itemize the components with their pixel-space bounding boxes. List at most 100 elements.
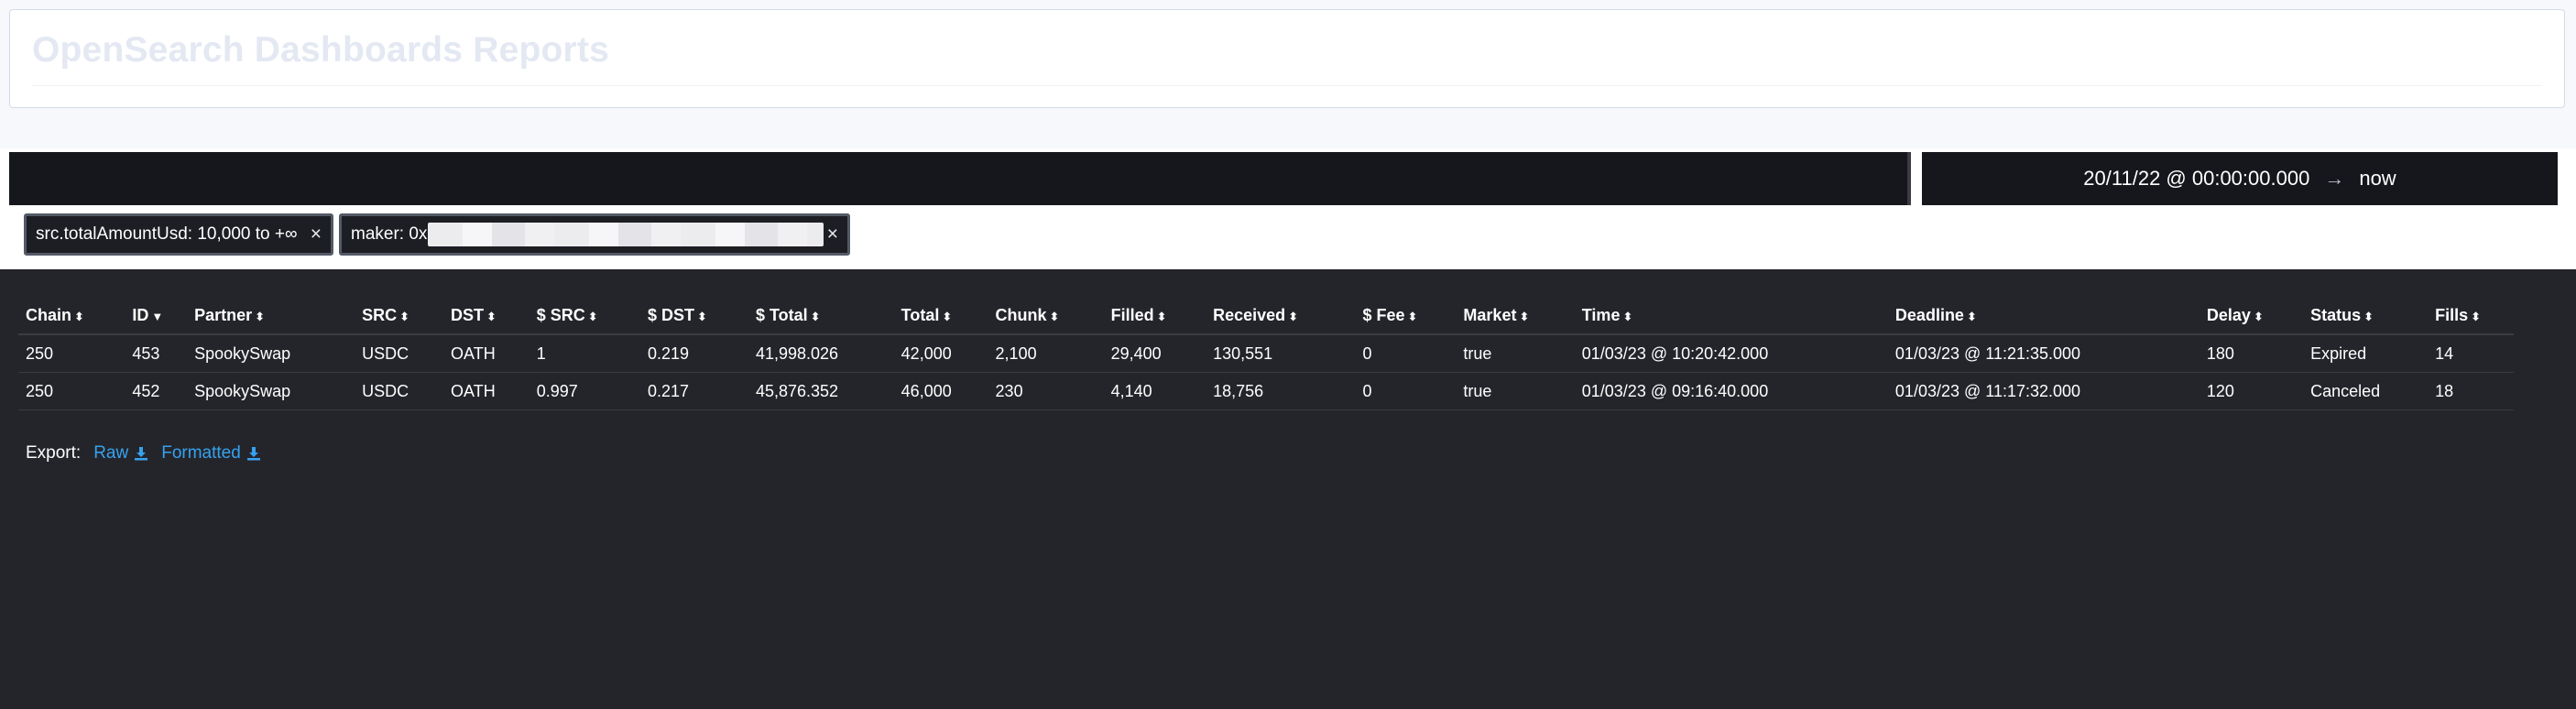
column-header-usd-total[interactable]: $ Total ⬍	[748, 297, 894, 335]
column-header-id[interactable]: ID ▼	[125, 297, 188, 335]
column-header-src[interactable]: SRC ⬍	[355, 297, 444, 335]
column-header-deadline[interactable]: Deadline ⬍	[1887, 297, 2199, 335]
arrow-right-icon: →	[2324, 167, 2345, 190]
sort-both-icon: ⬍	[1049, 309, 1060, 323]
export-label: Export:	[26, 443, 82, 463]
sort-both-icon: ⬍	[810, 309, 821, 323]
download-icon	[135, 447, 148, 461]
export-raw-label: Raw	[93, 443, 129, 463]
filter-pill-total-amount[interactable]: src.totalAmountUsd: 10,000 to +∞ ×	[24, 213, 333, 256]
cell-chunk: 2,100	[988, 334, 1104, 373]
cell-chain: 250	[18, 372, 126, 410]
sort-both-icon: ⬍	[1966, 309, 1977, 323]
cell-total: 46,000	[893, 372, 988, 410]
cell-partner: SpookySwap	[187, 372, 355, 410]
query-bar[interactable]	[9, 152, 1911, 205]
cell-chunk: 230	[988, 372, 1104, 410]
redacted-address	[428, 223, 824, 246]
column-header-delay[interactable]: Delay ⬍	[2199, 297, 2304, 335]
sort-both-icon: ⬍	[587, 309, 598, 323]
cell-status: Expired	[2303, 334, 2429, 373]
table-row: 250 453 SpookySwap USDC OATH 1 0.219 41,…	[18, 334, 2514, 373]
cell-received: 130,551	[1206, 334, 1356, 373]
sort-both-icon: ⬍	[486, 309, 497, 323]
cell-id: 452	[125, 372, 188, 410]
filter-label: src.totalAmountUsd: 10,000 to +∞	[36, 224, 298, 244]
cell-deadline: 01/03/23 @ 11:17:32.000	[1887, 372, 2199, 410]
sort-both-icon: ⬍	[1407, 309, 1418, 323]
date-end[interactable]: now	[2359, 167, 2396, 191]
close-icon[interactable]: ×	[311, 224, 322, 245]
column-header-total[interactable]: Total ⬍	[893, 297, 988, 335]
export-raw-link[interactable]: Raw	[93, 443, 148, 464]
cell-fills: 14	[2428, 334, 2514, 373]
cell-market: true	[1456, 372, 1575, 410]
export-row: Export: Raw Formatted	[26, 443, 261, 464]
cell-usd-fee: 0	[1355, 334, 1457, 373]
download-icon	[246, 447, 260, 461]
date-start[interactable]: 20/11/22 @ 00:00:00.000	[2083, 167, 2309, 191]
cell-time: 01/03/23 @ 09:16:40.000	[1574, 372, 1888, 410]
column-header-time[interactable]: Time ⬍	[1574, 297, 1888, 335]
column-header-usd-dst[interactable]: $ DST ⬍	[639, 297, 748, 335]
sort-both-icon: ⬍	[1519, 309, 1530, 323]
export-formatted-label: Formatted	[161, 443, 241, 463]
column-header-usd-fee[interactable]: $ Fee ⬍	[1355, 297, 1457, 335]
sort-both-icon: ⬍	[1156, 309, 1167, 323]
column-header-status[interactable]: Status ⬍	[2303, 297, 2429, 335]
filter-label: maker: 0x	[351, 224, 428, 244]
column-header-dst[interactable]: DST ⬍	[443, 297, 529, 335]
cell-filled: 29,400	[1103, 334, 1206, 373]
sort-both-icon: ⬍	[2471, 309, 2482, 323]
cell-time: 01/03/23 @ 10:20:42.000	[1574, 334, 1888, 373]
cell-usd-dst: 0.217	[639, 372, 748, 410]
cell-usd-src: 1	[529, 334, 640, 373]
filter-pill-maker[interactable]: maker: 0x ×	[339, 213, 850, 256]
sort-both-icon: ⬍	[696, 309, 707, 323]
column-header-received[interactable]: Received ⬍	[1206, 297, 1356, 335]
export-formatted-link[interactable]: Formatted	[161, 443, 261, 464]
table-row: 250 452 SpookySwap USDC OATH 0.997 0.217…	[18, 372, 2514, 410]
sort-both-icon: ⬍	[399, 309, 410, 323]
cell-usd-fee: 0	[1355, 372, 1457, 410]
cell-market: true	[1456, 334, 1575, 373]
sort-both-icon: ⬍	[1288, 309, 1299, 323]
column-header-filled[interactable]: Filled ⬍	[1103, 297, 1206, 335]
column-header-fills[interactable]: Fills ⬍	[2428, 297, 2514, 335]
cell-dst: OATH	[443, 334, 529, 373]
cell-delay: 120	[2199, 372, 2304, 410]
cell-filled: 4,140	[1103, 372, 1206, 410]
header-divider	[32, 85, 2542, 86]
sort-both-icon: ⬍	[942, 309, 953, 323]
cell-delay: 180	[2199, 334, 2304, 373]
column-header-partner[interactable]: Partner ⬍	[187, 297, 355, 335]
close-icon[interactable]: ×	[827, 224, 838, 245]
cell-status: Canceled	[2303, 372, 2429, 410]
column-header-market[interactable]: Market ⬍	[1456, 297, 1575, 335]
reports-table: Chain ⬍ ID ▼ Partner ⬍ SRC ⬍ DST ⬍ $ SRC ⬍ $ D…	[18, 297, 2514, 410]
sort-both-icon: ⬍	[2363, 309, 2374, 323]
date-range-picker[interactable]: 20/11/22 @ 00:00:00.000 → now	[1922, 152, 2558, 205]
cell-src: USDC	[355, 334, 444, 373]
cell-deadline: 01/03/23 @ 11:21:35.000	[1887, 334, 2199, 373]
page-title: OpenSearch Dashboards Reports	[32, 30, 609, 70]
column-header-chain[interactable]: Chain ⬍	[18, 297, 126, 335]
column-header-chunk[interactable]: Chunk ⬍	[988, 297, 1104, 335]
column-header-usd-src[interactable]: $ SRC ⬍	[529, 297, 640, 335]
sort-both-icon: ⬍	[2253, 309, 2264, 323]
reports-panel: Chain ⬍ ID ▼ Partner ⬍ SRC ⬍ DST ⬍ $ SRC ⬍ $ D…	[0, 269, 2576, 709]
sort-both-icon: ⬍	[255, 309, 266, 323]
cell-id: 453	[125, 334, 188, 373]
cell-total: 42,000	[893, 334, 988, 373]
cell-usd-total: 41,998.026	[748, 334, 894, 373]
cell-usd-src: 0.997	[529, 372, 640, 410]
cell-received: 18,756	[1206, 372, 1356, 410]
cell-dst: OATH	[443, 372, 529, 410]
cell-usd-dst: 0.219	[639, 334, 748, 373]
cell-chain: 250	[18, 334, 126, 373]
header-panel: OpenSearch Dashboards Reports	[9, 9, 2565, 108]
cell-fills: 18	[2428, 372, 2514, 410]
cell-usd-total: 45,876.352	[748, 372, 894, 410]
table-header-row: Chain ⬍ ID ▼ Partner ⬍ SRC ⬍ DST ⬍ $ SRC ⬍ $ D…	[18, 297, 2514, 335]
cell-src: USDC	[355, 372, 444, 410]
